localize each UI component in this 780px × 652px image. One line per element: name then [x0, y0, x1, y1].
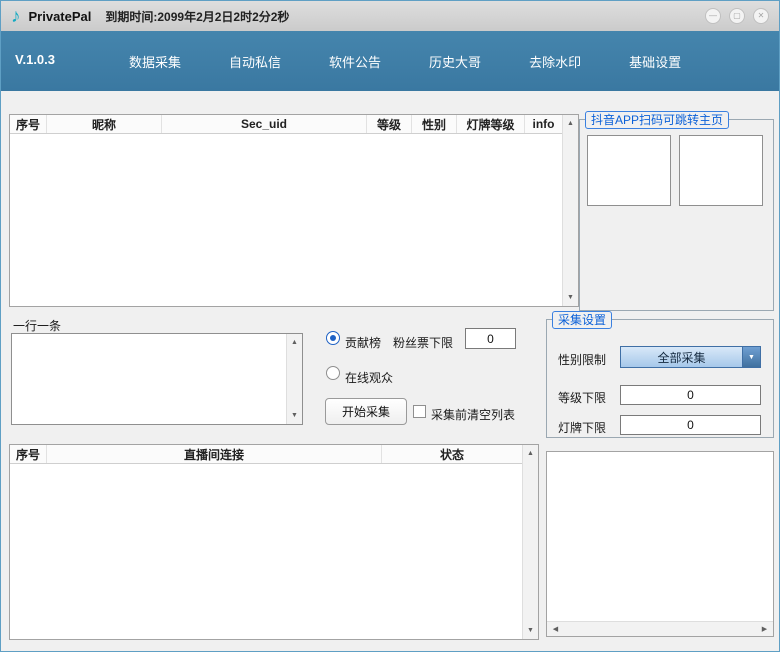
live-col-status[interactable]: 状态	[382, 445, 522, 463]
app-window: ♪ PrivatePal 到期时间:2099年2月2日2时2分2秒 — ▢ ✕ …	[0, 0, 780, 652]
scroll-up-button[interactable]: ▲	[563, 116, 578, 131]
log-output-scrollbar[interactable]: ◀ ▶	[547, 621, 773, 636]
live-room-table-scrollbar[interactable]: ▲ ▼	[522, 445, 538, 639]
version-label: V.1.0.3	[15, 52, 55, 67]
close-icon: ✕	[758, 12, 765, 20]
user-col-badge-level[interactable]: 灯牌等级	[457, 115, 525, 133]
nav-menu: 数据采集 自动私信 软件公告 历史大哥 去除水印 基础设置	[129, 31, 681, 91]
gender-filter-value: 全部采集	[621, 349, 742, 366]
right-arrow-icon: ▶	[762, 626, 767, 633]
log-output-box: ◀ ▶	[546, 451, 774, 637]
up-arrow-icon: ▲	[567, 120, 574, 127]
user-col-level[interactable]: 等级	[367, 115, 412, 133]
live-col-room-link[interactable]: 直播间连接	[47, 445, 382, 463]
scroll-up-button[interactable]: ▲	[287, 335, 302, 350]
online-audience-radio[interactable]	[326, 366, 340, 380]
user-col-index[interactable]: 序号	[10, 115, 47, 133]
online-audience-label[interactable]: 在线观众	[345, 369, 393, 386]
gender-limit-label: 性别限制	[558, 351, 606, 368]
down-arrow-icon: ▼	[527, 627, 534, 634]
badge-floor-input[interactable]	[620, 415, 761, 435]
close-button[interactable]: ✕	[753, 8, 769, 24]
scroll-down-button[interactable]: ▼	[563, 290, 578, 305]
gender-filter-dropdown[interactable]: 全部采集 ▼	[620, 346, 761, 368]
down-arrow-icon: ▼	[291, 412, 298, 419]
nav-item-data-collect[interactable]: 数据采集	[129, 52, 181, 71]
live-col-index[interactable]: 序号	[10, 445, 47, 463]
room-list-input-wrap: ▲ ▼	[11, 333, 303, 425]
contribution-rank-label[interactable]: 贡献榜	[345, 334, 381, 351]
up-arrow-icon: ▲	[291, 339, 298, 346]
minimize-button[interactable]: —	[705, 8, 721, 24]
scroll-down-button[interactable]: ▼	[287, 408, 302, 423]
down-arrow-icon: ▼	[567, 294, 574, 301]
user-col-nickname[interactable]: 昵称	[47, 115, 162, 133]
live-room-table-header: 序号 直播间连接 状态	[10, 445, 522, 464]
user-col-gender[interactable]: 性别	[412, 115, 457, 133]
collect-settings-title: 采集设置	[552, 311, 612, 329]
maximize-button[interactable]: ▢	[729, 8, 745, 24]
contribution-rank-radio[interactable]	[326, 331, 340, 345]
clear-before-collect-label[interactable]: 采集前清空列表	[431, 406, 515, 423]
navbar: V.1.0.3 数据采集 自动私信 软件公告 历史大哥 去除水印 基础设置	[1, 31, 779, 91]
app-title: PrivatePal	[29, 9, 92, 24]
qr-code-placeholder-2	[679, 135, 763, 206]
nav-item-auto-message[interactable]: 自动私信	[229, 52, 281, 71]
left-arrow-icon: ◀	[553, 626, 558, 633]
live-room-table: 序号 直播间连接 状态 ▲ ▼	[9, 444, 539, 640]
dropdown-arrow-segment[interactable]: ▼	[742, 347, 760, 367]
user-table: 序号 昵称 Sec_uid 等级 性别 灯牌等级 info ▲ ▼	[9, 114, 579, 307]
level-floor-input[interactable]	[620, 385, 761, 405]
maximize-icon: ▢	[733, 12, 741, 20]
user-table-scrollbar[interactable]: ▲ ▼	[562, 115, 578, 306]
textarea-scrollbar[interactable]: ▲ ▼	[286, 334, 302, 424]
user-table-header: 序号 昵称 Sec_uid 等级 性别 灯牌等级 info	[10, 115, 562, 134]
clear-before-collect-checkbox[interactable]	[413, 405, 426, 418]
window-controls: — ▢ ✕	[705, 8, 769, 24]
scroll-right-button[interactable]: ▶	[757, 622, 772, 637]
expiry-time-text: 到期时间:2099年2月2日2时2分2秒	[105, 8, 289, 25]
one-per-line-label: 一行一条	[13, 317, 61, 334]
badge-floor-label: 灯牌下限	[558, 419, 606, 436]
fans-ticket-floor-input[interactable]	[465, 328, 516, 349]
nav-item-watermark-remove[interactable]: 去除水印	[529, 52, 581, 71]
fans-ticket-floor-label: 粉丝票下限	[393, 334, 453, 351]
level-floor-label: 等级下限	[558, 389, 606, 406]
qr-code-placeholder-1	[587, 135, 671, 206]
user-col-info[interactable]: info	[525, 115, 562, 133]
nav-item-announcement[interactable]: 软件公告	[329, 52, 381, 71]
start-collect-button[interactable]: 开始采集	[325, 398, 407, 425]
up-arrow-icon: ▲	[527, 450, 534, 457]
nav-item-history[interactable]: 历史大哥	[429, 52, 481, 71]
scroll-down-button[interactable]: ▼	[523, 623, 538, 638]
chevron-down-icon: ▼	[748, 354, 755, 361]
minimize-icon: —	[709, 12, 717, 20]
room-list-textarea[interactable]	[13, 335, 286, 423]
titlebar: ♪ PrivatePal 到期时间:2099年2月2日2时2分2秒 — ▢ ✕	[1, 1, 779, 31]
scroll-left-button[interactable]: ◀	[548, 622, 563, 637]
user-col-secuid[interactable]: Sec_uid	[162, 115, 367, 133]
qr-panel-title: 抖音APP扫码可跳转主页	[585, 111, 729, 129]
douyin-note-logo-icon: ♪	[11, 7, 21, 26]
scroll-up-button[interactable]: ▲	[523, 446, 538, 461]
nav-item-basic-settings[interactable]: 基础设置	[629, 52, 681, 71]
